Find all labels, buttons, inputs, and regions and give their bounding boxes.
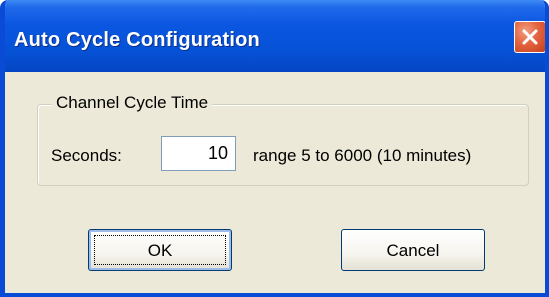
window-title: Auto Cycle Configuration <box>14 29 260 51</box>
close-button[interactable] <box>514 21 545 53</box>
cancel-button[interactable]: Cancel <box>341 229 485 271</box>
ok-button-label: OK <box>147 241 173 260</box>
cancel-button-label: Cancel <box>386 241 440 260</box>
ok-button[interactable]: OK <box>88 229 232 271</box>
channel-cycle-time-group <box>37 104 529 186</box>
range-hint: range 5 to 6000 (10 minutes) <box>253 146 472 165</box>
seconds-label: Seconds: <box>51 146 122 165</box>
close-x-icon <box>522 29 538 45</box>
group-label: Channel Cycle Time <box>52 93 213 113</box>
seconds-input[interactable] <box>161 136 236 171</box>
title-bar[interactable]: Auto Cycle Configuration <box>5 0 545 72</box>
